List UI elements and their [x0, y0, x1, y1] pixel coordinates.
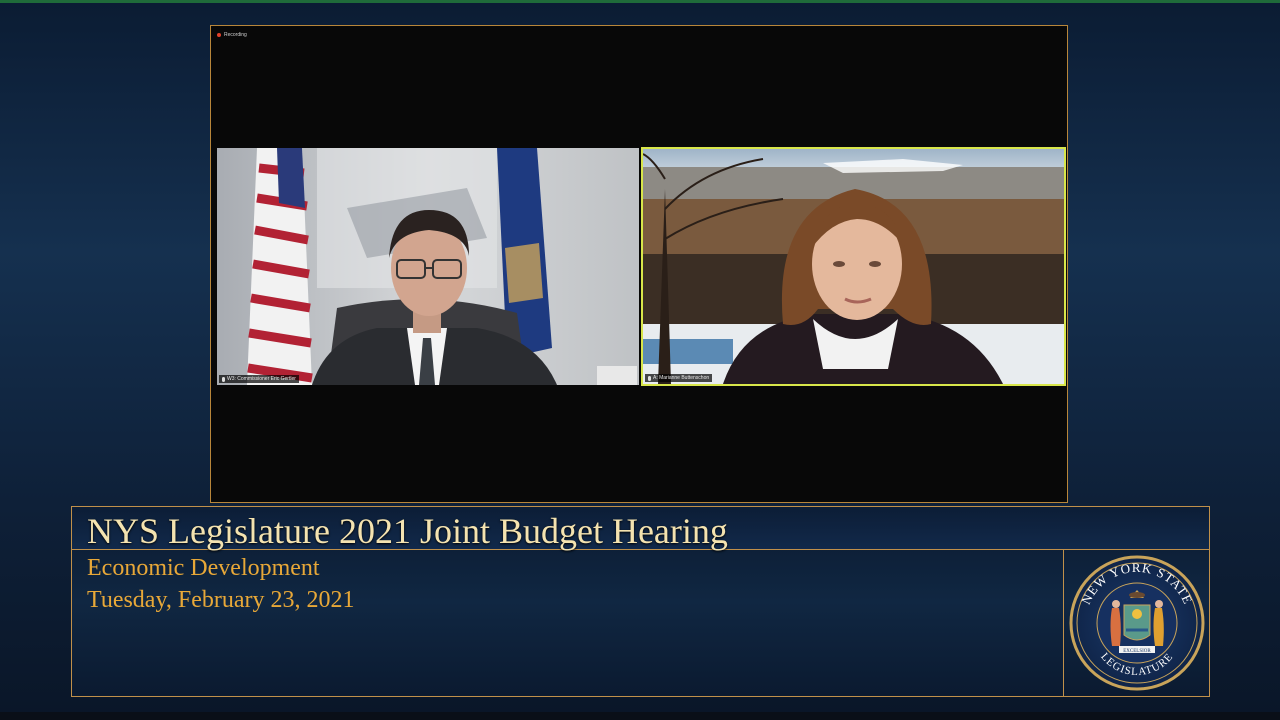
- seal-container: NEW YORK STATE LEGISLATURE EXCELSIOR: [1063, 550, 1209, 696]
- participant-video-left: [217, 148, 639, 385]
- hearing-date: Tuesday, February 23, 2021: [87, 587, 355, 613]
- participant-video-right: [643, 149, 1064, 384]
- caption-title-bar: NYS Legislature 2021 Joint Budget Hearin…: [72, 507, 1209, 551]
- recording-indicator: Recording: [217, 32, 247, 38]
- participant-name-tag-left: W3: Commissioner Eric Gertler: [219, 375, 299, 383]
- participant-tile-right-active-speaker[interactable]: A: Marianne Buttenschon: [641, 147, 1066, 386]
- video-conference-window: Recording W3: Commissioner Eric Gertler …: [210, 25, 1068, 503]
- hearing-title: NYS Legislature 2021 Joint Budget Hearin…: [87, 511, 728, 551]
- participant-name-tag-right: A: Marianne Buttenschon: [645, 374, 713, 382]
- participant-name-left: W3: Commissioner Eric Gertler: [227, 376, 296, 382]
- nys-legislature-seal-icon: NEW YORK STATE LEGISLATURE EXCELSIOR: [1069, 555, 1205, 691]
- recording-label: Recording: [224, 32, 247, 38]
- bottom-bar: [0, 712, 1280, 720]
- microphone-icon: [222, 376, 225, 382]
- participant-name-right: A: Marianne Buttenschon: [653, 375, 710, 381]
- recording-dot-icon: [217, 33, 221, 37]
- microphone-icon: [648, 375, 651, 381]
- seal-motto: EXCELSIOR: [1123, 649, 1151, 654]
- top-accent-bar: [0, 0, 1280, 3]
- broadcast-caption-panel: NYS Legislature 2021 Joint Budget Hearin…: [71, 506, 1210, 697]
- hearing-topic: Economic Development: [87, 555, 320, 581]
- participant-tile-left[interactable]: W3: Commissioner Eric Gertler: [217, 148, 639, 385]
